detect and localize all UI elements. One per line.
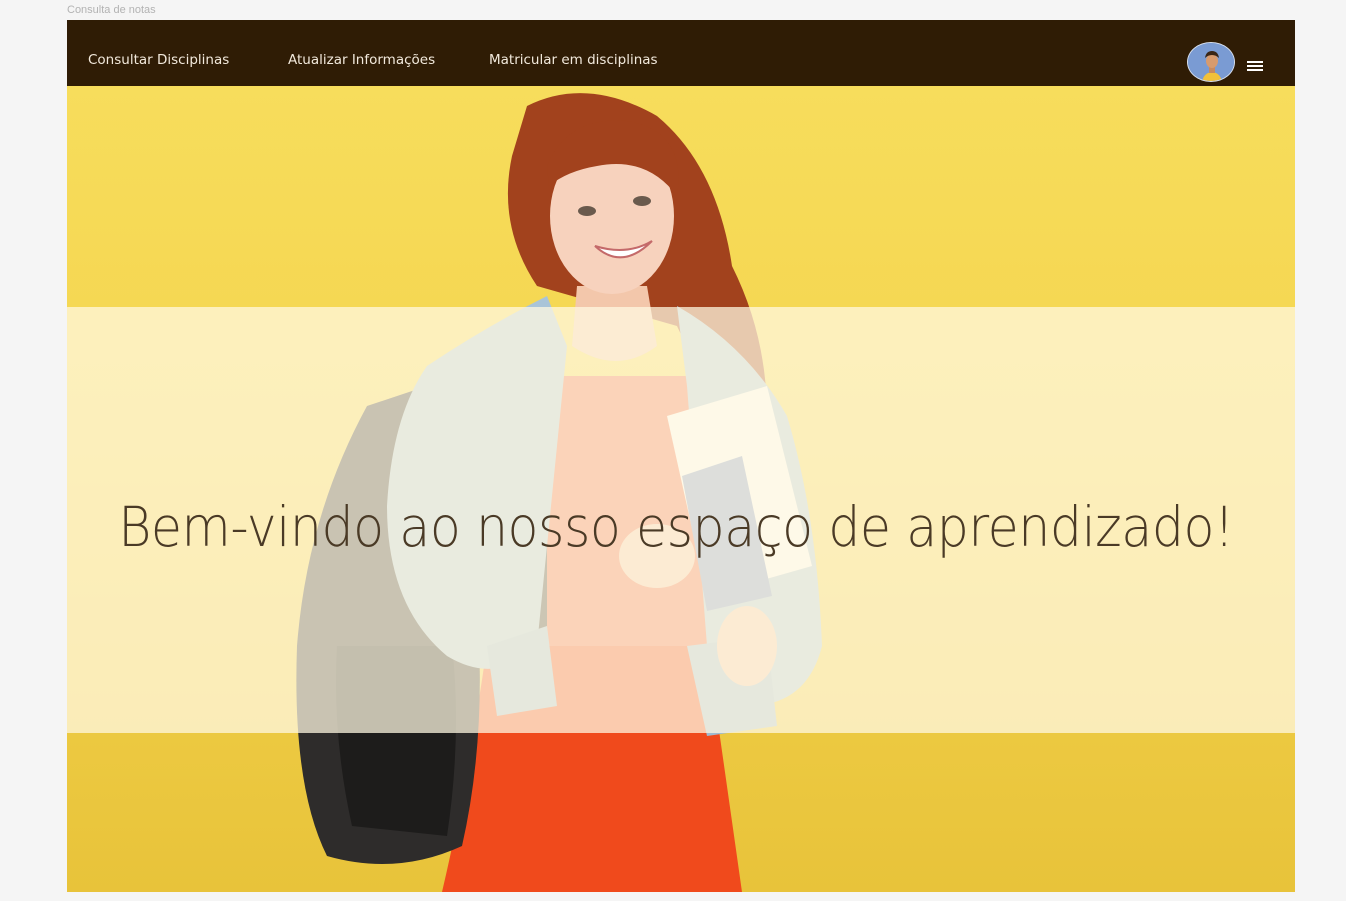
hamburger-menu-icon[interactable]	[1246, 59, 1264, 73]
user-avatar-icon[interactable]	[1187, 42, 1235, 82]
app-frame: Consultar Disciplinas Atualizar Informaç…	[67, 20, 1295, 892]
welcome-heading: Bem-vindo ao nosso espaço de aprendizado…	[118, 495, 1234, 559]
frame-label: Consulta de notas	[67, 4, 156, 16]
nav-link-consultar-disciplinas[interactable]: Consultar Disciplinas	[88, 52, 229, 68]
top-navbar: Consultar Disciplinas Atualizar Informaç…	[67, 20, 1295, 86]
nav-link-atualizar-informacoes[interactable]: Atualizar Informações	[288, 52, 435, 68]
avatar-illustration	[1188, 43, 1234, 81]
nav-link-matricular-disciplinas[interactable]: Matricular em disciplinas	[489, 52, 658, 68]
